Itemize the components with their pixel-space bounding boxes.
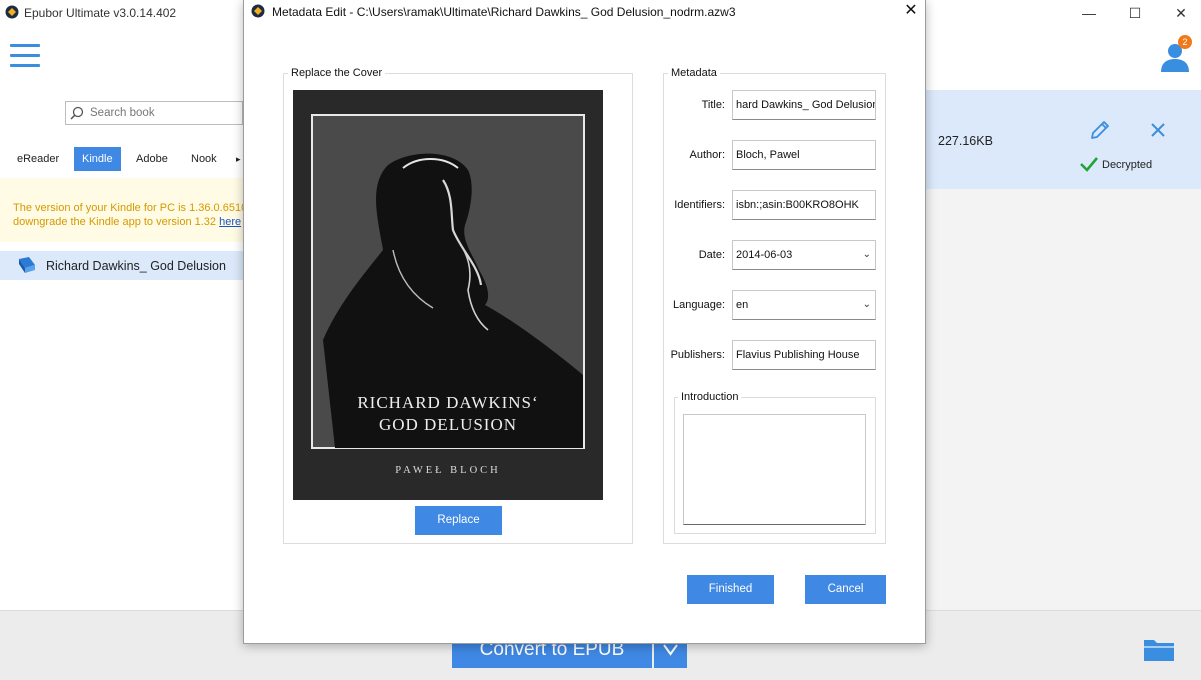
introduction-label: Introduction [678,391,742,403]
tab-kindle[interactable]: Kindle [74,147,121,171]
chevron-down-icon[interactable]: ⌄ [863,241,871,269]
close-window-button[interactable]: ✕ [1158,0,1201,26]
chevron-down-icon[interactable]: ⌄ [863,291,871,319]
notice-text: downgrade the Kindle app to version 1.32… [13,216,241,228]
date-picker[interactable]: 2014-06-03 ⌄ [732,240,876,270]
file-size: 227.16KB [938,134,993,148]
status-label: Decrypted [1102,159,1153,171]
book-title: Richard Dawkins_ God Delusion [46,259,226,273]
publishers-field[interactable]: Flavius Publishing House [732,340,876,370]
search-input[interactable]: Search book [90,107,155,119]
notice-text-part: downgrade the Kindle app to version 1.32 [13,216,220,228]
dialog-close-button[interactable]: ✕ [899,1,923,21]
cover-group-label: Replace the Cover [288,67,386,79]
check-icon [1080,157,1098,172]
replace-cover-button[interactable]: Replace [415,506,502,535]
date-label: Date: [698,249,725,261]
edit-icon[interactable] [1088,118,1112,142]
minimize-button[interactable]: — [1066,0,1112,26]
cover-author: PAWEŁ BLOCH [395,465,501,476]
language-value: en [736,299,749,311]
cover-image: RICHARD DAWKINS‘ GOD DELUSION PAWEŁ BLOC… [293,90,603,500]
folder-icon[interactable] [1143,636,1175,662]
remove-icon[interactable] [1147,119,1169,141]
author-label: Author: [689,149,725,161]
dialog-title: Metadata Edit - C:\Users\ramak\Ultimate\… [272,5,736,19]
language-label: Language: [673,299,725,311]
identifiers-field[interactable]: isbn:;asin:B00KRO8OHK [732,190,876,220]
cancel-button[interactable]: Cancel [805,575,886,604]
tab-ereader[interactable]: eReader [17,147,59,171]
notice-text: The version of your Kindle for PC is 1.3… [13,202,248,214]
search-icon [70,106,84,120]
introduction-textarea[interactable] [683,414,866,525]
menu-icon[interactable] [10,44,40,68]
app-title: Epubor Ultimate v3.0.14.402 [24,6,177,20]
title-field[interactable]: hard Dawkins_ God Delusion [732,90,876,120]
publishers-label: Publishers: [670,349,725,361]
maximize-button[interactable]: ☐ [1112,0,1158,26]
cover-title-line2: GOD DELUSION [378,415,518,434]
title-label: Title: [701,99,725,111]
metadata-group-label: Metadata [668,67,720,79]
notification-badge: 2 [1178,35,1192,49]
app-logo-icon [5,5,19,19]
tab-more-icon[interactable]: ▸ [236,147,241,171]
language-select[interactable]: en ⌄ [732,290,876,320]
cover-art [311,114,585,449]
tab-nook[interactable]: Nook [191,147,217,171]
dialog-logo-icon [251,4,265,18]
identifiers-label: Identifiers: [674,199,725,211]
cover-title-line1: RICHARD DAWKINS‘ [357,393,539,412]
author-field[interactable]: Bloch, Pawel [732,140,876,170]
finished-button[interactable]: Finished [687,575,774,604]
tab-adobe[interactable]: Adobe [136,147,168,171]
notice-link[interactable]: here [219,216,241,228]
date-value: 2014-06-03 [736,249,793,261]
book-icon [19,257,35,273]
